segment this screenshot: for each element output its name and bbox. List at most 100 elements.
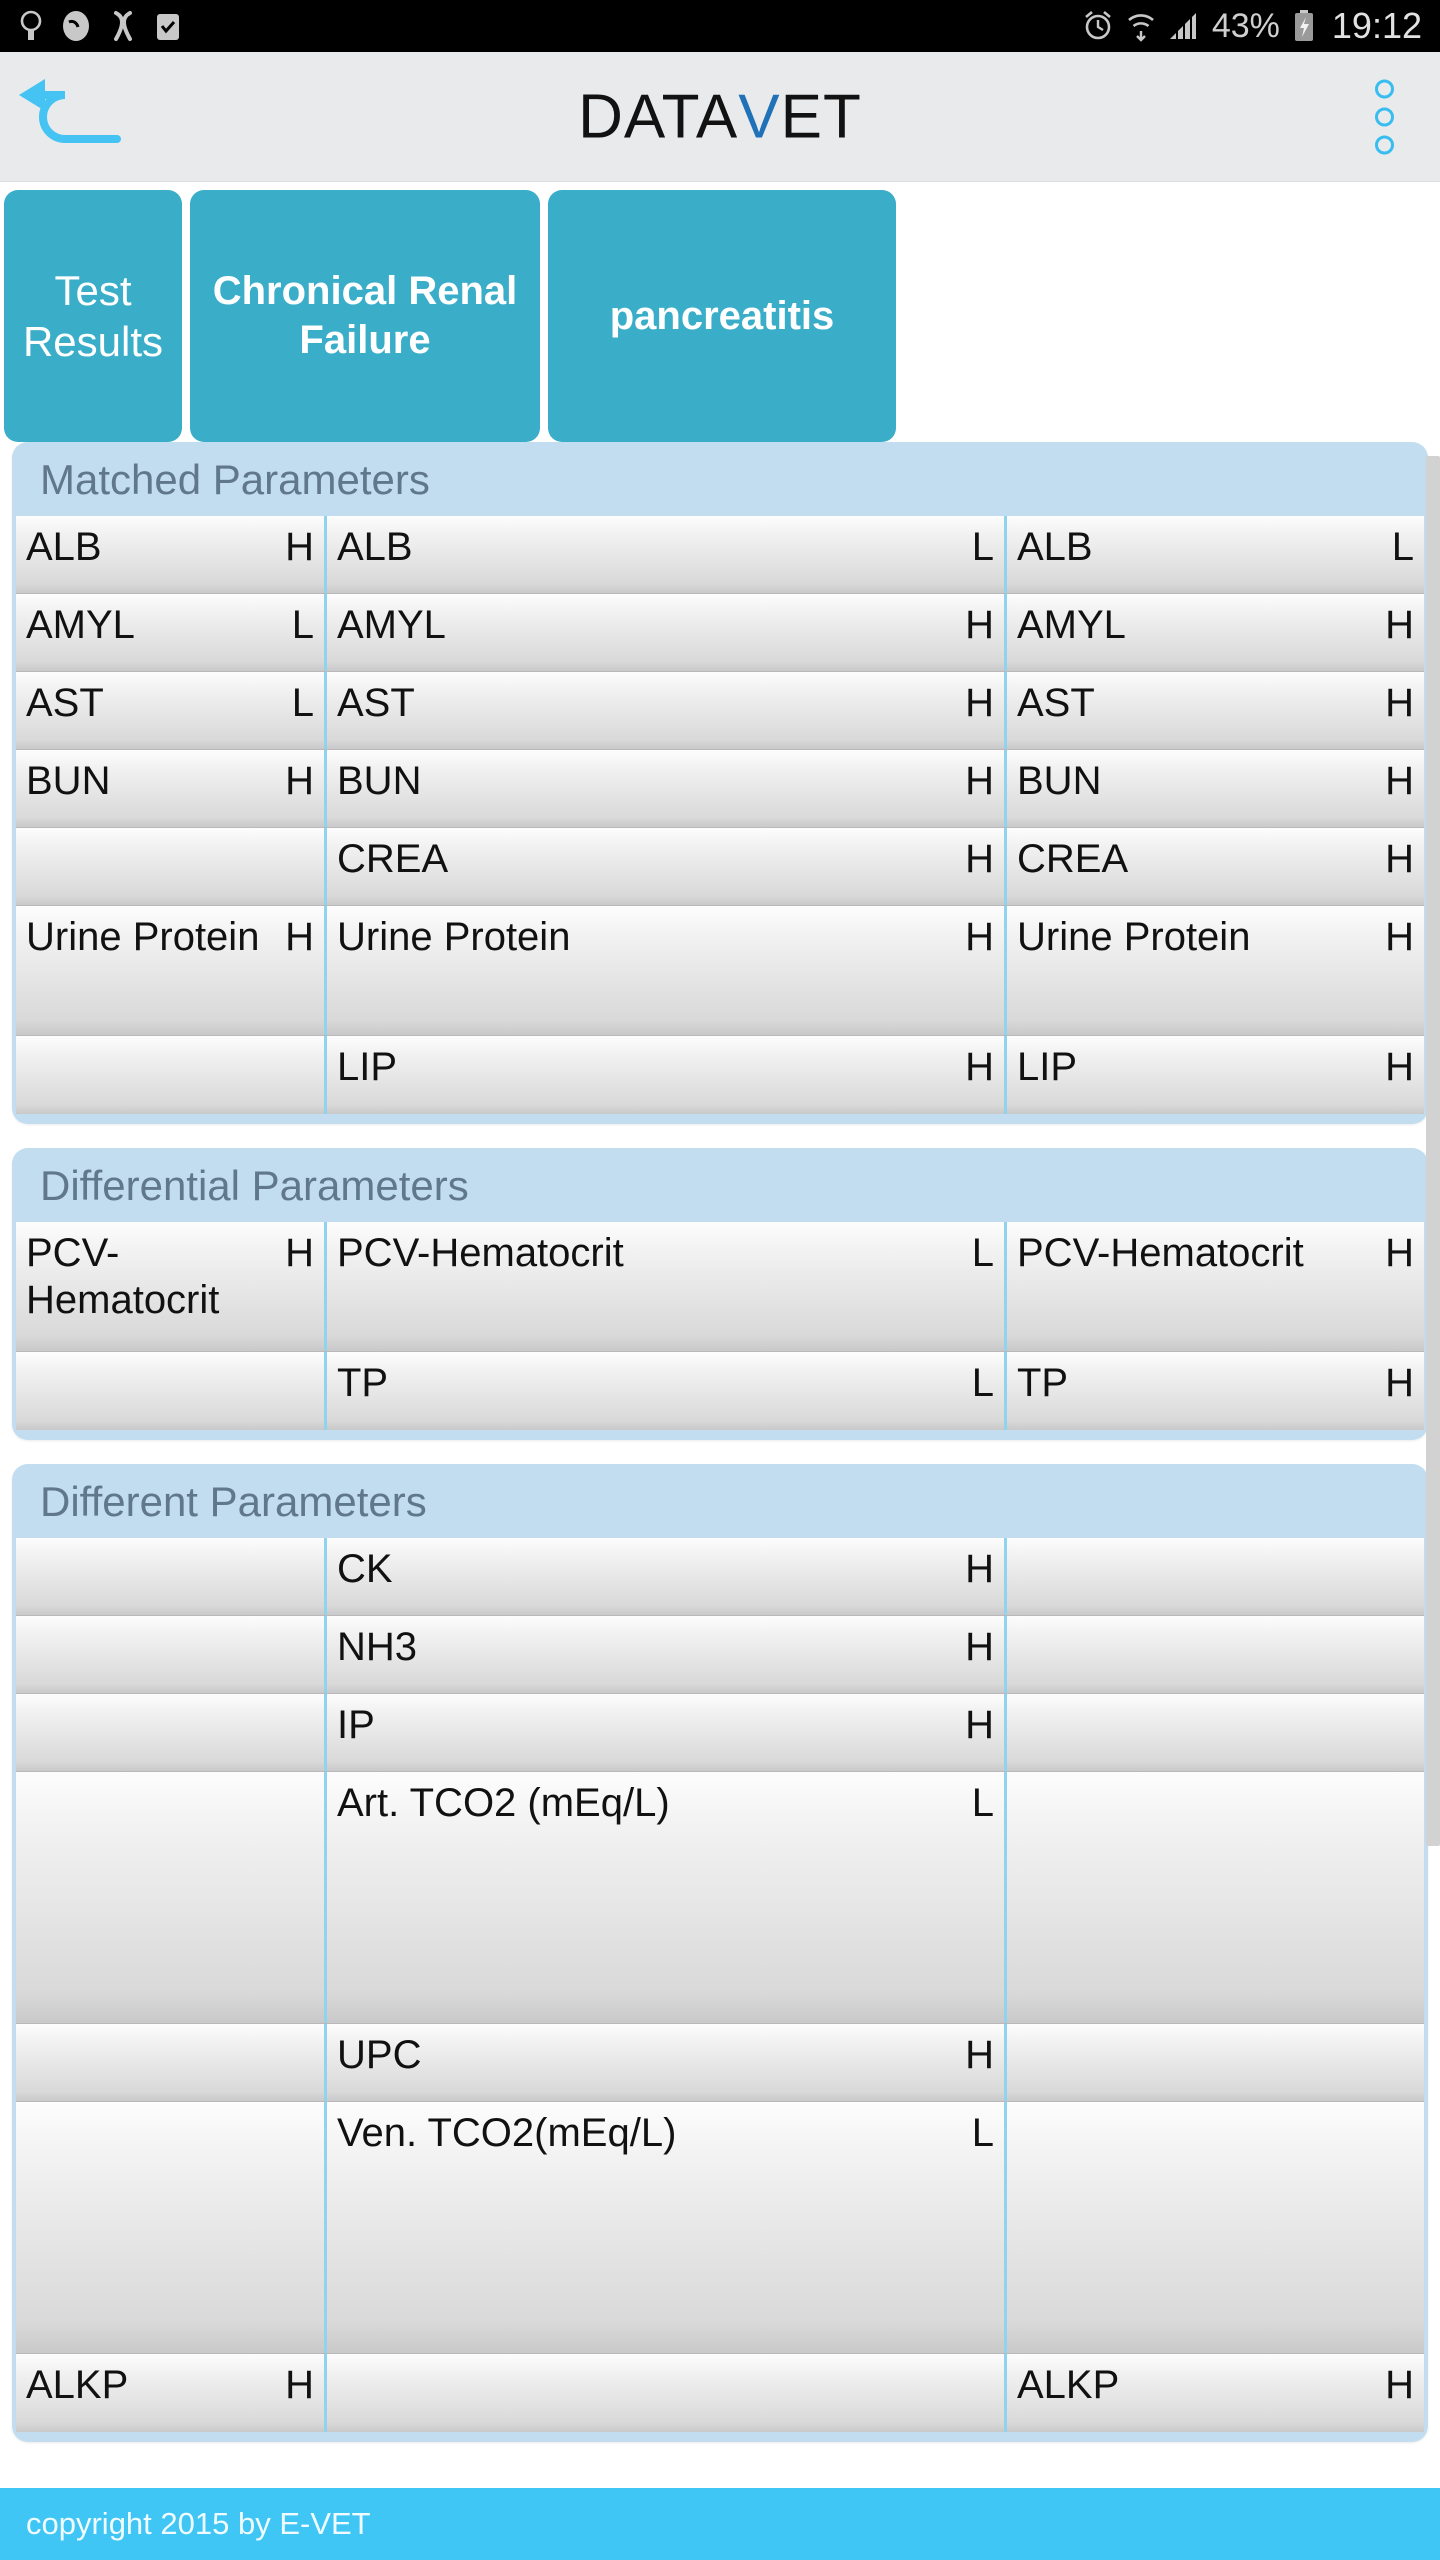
parameter-name: BUN: [1017, 759, 1102, 803]
parameter-flag: L: [971, 2111, 994, 2155]
wifi-icon: [1126, 9, 1156, 43]
table-cell: [16, 1616, 324, 1693]
parameter-flag: H: [285, 759, 314, 803]
table-cell: [16, 1694, 324, 1771]
parameters-table: ALB H ALB L ALB L AMYL L AMYL H AMYL H AST L AST H AST H B…: [16, 516, 1424, 1114]
parameter-name: BUN: [337, 759, 422, 803]
parameter-name: Ven. TCO2(mEq/L): [337, 2111, 677, 2155]
table-cell: UPC H: [324, 2024, 1004, 2101]
parameter-name: NH3: [337, 1625, 418, 1669]
table-cell: CREA H: [1004, 828, 1424, 905]
table-cell: [16, 2102, 324, 2353]
back-arrow-icon: [17, 77, 125, 156]
table-row[interactable]: Urine Protein H Urine Protein H Urine Protei…: [16, 906, 1424, 1036]
more-options-icon[interactable]: [1375, 79, 1394, 154]
table-cell: LIP H: [1004, 1036, 1424, 1114]
parameter-flag: L: [971, 525, 994, 569]
parameter-flag: H: [965, 1625, 994, 1669]
table-row[interactable]: ALKP H ALKP H: [16, 2354, 1424, 2432]
table-row[interactable]: ALB H ALB L ALB L: [16, 516, 1424, 594]
scrollbar-thumb[interactable]: [1426, 456, 1440, 1846]
section-card: Different Parameters CK H NH3 H IP H Art. TCO2 …: [12, 1464, 1428, 2442]
signal-icon: [1168, 9, 1200, 43]
table-cell: [324, 2354, 1004, 2432]
parameter-flag: H: [965, 1703, 994, 1747]
bluetooth-sharing-icon: [108, 9, 138, 43]
parameter-flag: L: [1391, 525, 1414, 569]
tab-pancreatitis[interactable]: pancreatitis: [548, 190, 896, 442]
parameter-flag: H: [965, 1547, 994, 1591]
parameter-name: ALKP: [1017, 2363, 1120, 2407]
parameter-name: PCV-Hematocrit: [1017, 1231, 1304, 1275]
parameter-name: AST: [1017, 681, 1095, 725]
table-cell: AMYL H: [1004, 594, 1424, 671]
table-row[interactable]: TP L TP H: [16, 1352, 1424, 1430]
table-row[interactable]: NH3 H: [16, 1616, 1424, 1694]
checklist-icon: [154, 9, 182, 43]
results-scroll-area[interactable]: Matched Parameters ALB H ALB L ALB L AMYL L AMYL H…: [0, 442, 1440, 2442]
parameter-flag: H: [1385, 681, 1414, 725]
table-row[interactable]: UPC H: [16, 2024, 1424, 2102]
parameter-name: Urine Protein: [26, 915, 260, 959]
parameter-flag: H: [965, 603, 994, 647]
table-cell: BUN H: [1004, 750, 1424, 827]
footer-bar: copyright 2015 by E-VET: [0, 2488, 1440, 2560]
logo-text-et: ET: [780, 82, 862, 151]
app-header: DATA V ET: [0, 52, 1440, 182]
table-row[interactable]: BUN H BUN H BUN H: [16, 750, 1424, 828]
parameter-name: Urine Protein: [1017, 915, 1251, 959]
table-row[interactable]: LIP H LIP H: [16, 1036, 1424, 1114]
kebab-dot-1: [1375, 79, 1394, 98]
table-cell: AMYL L: [16, 594, 324, 671]
alarm-icon: [1082, 9, 1114, 43]
table-cell: PCV-Hematocrit L: [324, 1222, 1004, 1351]
parameter-flag: H: [965, 915, 994, 959]
parameter-flag: H: [1385, 1231, 1414, 1275]
parameter-name: TP: [337, 1361, 389, 1405]
table-row[interactable]: AMYL L AMYL H AMYL H: [16, 594, 1424, 672]
tab-bar: Test Results Chronical Renal Failure pan…: [0, 182, 1440, 442]
table-cell: CK H: [324, 1538, 1004, 1615]
parameters-table: PCV-Hematocrit H PCV-Hematocrit L PCV-Hemato…: [16, 1222, 1424, 1430]
phone-screen: 43% 19:12 DATA V ET Test Results Chronic…: [0, 0, 1440, 2560]
table-cell: [16, 1538, 324, 1615]
table-cell: Ven. TCO2(mEq/L) L: [324, 2102, 1004, 2353]
back-button[interactable]: [16, 77, 126, 157]
table-row[interactable]: PCV-Hematocrit H PCV-Hematocrit L PCV-Hemato…: [16, 1222, 1424, 1352]
parameter-flag: H: [965, 837, 994, 881]
parameter-name: ALB: [26, 525, 102, 569]
table-cell: CREA H: [324, 828, 1004, 905]
tab-chronical-renal-failure[interactable]: Chronical Renal Failure: [190, 190, 540, 442]
table-row[interactable]: Art. TCO2 (mEq/L) L: [16, 1772, 1424, 2024]
table-row[interactable]: AST L AST H AST H: [16, 672, 1424, 750]
lightbulb-icon: [18, 9, 44, 43]
table-cell: IP H: [324, 1694, 1004, 1771]
parameter-flag: H: [1385, 2363, 1414, 2407]
parameter-name: AMYL: [337, 603, 446, 647]
parameter-name: AST: [26, 681, 104, 725]
table-cell: ALB L: [324, 516, 1004, 593]
table-cell: LIP H: [324, 1036, 1004, 1114]
parameter-flag: H: [965, 681, 994, 725]
table-cell: [16, 1772, 324, 2023]
parameter-name: UPC: [337, 2033, 422, 2077]
parameter-name: CREA: [337, 837, 449, 881]
tab-test-results[interactable]: Test Results: [4, 190, 182, 442]
parameter-flag: H: [1385, 915, 1414, 959]
table-row[interactable]: IP H: [16, 1694, 1424, 1772]
table-row[interactable]: CREA H CREA H: [16, 828, 1424, 906]
table-cell: Urine Protein H: [16, 906, 324, 1035]
parameter-name: LIP: [1017, 1045, 1078, 1089]
logo-text-data: DATA: [578, 82, 739, 151]
table-cell: [1004, 1538, 1424, 1615]
table-cell: [1004, 1694, 1424, 1771]
parameters-table: CK H NH3 H IP H Art. TCO2 (mEq/L) L UPC H Ven. TCO…: [16, 1538, 1424, 2432]
phone-missed-icon: [60, 9, 92, 43]
parameter-name: Urine Protein: [337, 915, 571, 959]
app-logo: DATA V ET: [578, 81, 862, 152]
table-row[interactable]: CK H: [16, 1538, 1424, 1616]
clock-time: 19:12: [1331, 5, 1422, 46]
table-cell: [1004, 2024, 1424, 2101]
section-card: Matched Parameters ALB H ALB L ALB L AMYL L AMYL H…: [12, 442, 1428, 1124]
table-row[interactable]: Ven. TCO2(mEq/L) L: [16, 2102, 1424, 2354]
